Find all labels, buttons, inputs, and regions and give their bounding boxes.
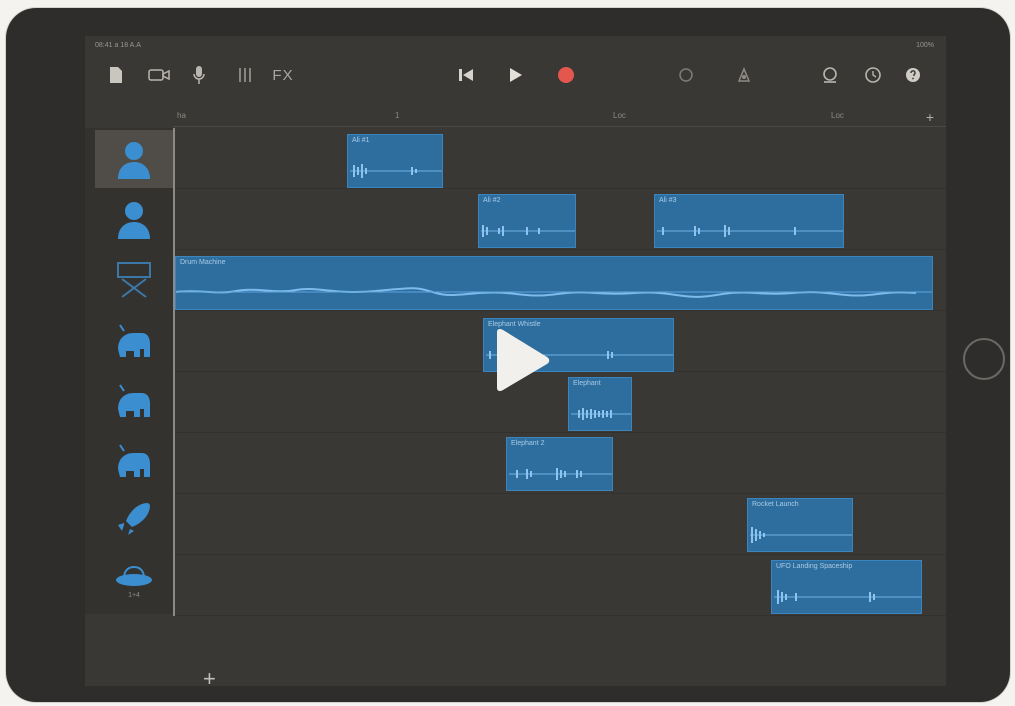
elephant-icon xyxy=(118,384,150,417)
add-section-button[interactable]: + xyxy=(926,109,934,125)
tempo-icon[interactable] xyxy=(817,58,843,92)
region-label: Ali #2 xyxy=(483,197,501,204)
ruler-bar: 1 xyxy=(395,111,400,120)
track-header-rocket[interactable] xyxy=(95,490,173,548)
rocket-icon xyxy=(118,503,150,535)
region-label: Elephant xyxy=(573,380,601,387)
status-bar: 08:41 a 18 A.A 100% xyxy=(85,36,946,56)
region-label: Ali #1 xyxy=(352,137,370,144)
elephant-icon xyxy=(118,324,150,357)
camera-icon[interactable] xyxy=(145,58,173,92)
toolbar: FX xyxy=(85,58,946,92)
ruler-bar: Loc xyxy=(831,111,844,120)
home-button[interactable] xyxy=(963,338,1005,380)
audio-region[interactable]: Elephant 2 xyxy=(506,437,613,491)
fx-button[interactable]: FX xyxy=(268,58,298,92)
timeline-ruler[interactable]: ha 1 Loc Loc + xyxy=(173,108,946,127)
loop-icon[interactable] xyxy=(731,58,757,92)
region-label: Elephant 2 xyxy=(511,440,545,447)
elephant-icon xyxy=(118,444,150,477)
ufo-icon xyxy=(116,565,152,586)
region-label: Rocket Launch xyxy=(752,501,799,508)
track-header-voice-2[interactable] xyxy=(95,190,173,248)
status-battery: 100% xyxy=(916,42,934,49)
add-track-button[interactable]: + xyxy=(203,666,216,686)
voice-icon xyxy=(118,202,150,239)
audio-region[interactable]: Ali #1 xyxy=(347,134,443,188)
audio-region[interactable]: Rocket Launch xyxy=(747,498,853,552)
drum-machine-icon xyxy=(117,262,151,298)
region-label: Elephant Whistle xyxy=(488,321,541,328)
status-time: 08:41 a 18 A.A xyxy=(95,42,141,49)
microphone-icon[interactable] xyxy=(189,58,209,92)
track-header-elephant-3[interactable] xyxy=(95,430,173,488)
region-label: Ali #3 xyxy=(659,197,677,204)
track-header-drum-machine[interactable] xyxy=(95,250,173,308)
audio-region[interactable]: UFO Landing Spaceship xyxy=(771,560,922,614)
track-header-ufo[interactable]: 1+4 xyxy=(95,550,173,608)
audio-region[interactable]: Ali #2 xyxy=(478,194,576,248)
ruler-bar: Loc xyxy=(613,111,626,120)
audio-region[interactable]: Ali #3 xyxy=(654,194,844,248)
audio-region[interactable]: Elephant xyxy=(568,377,632,431)
region-label: UFO Landing Spaceship xyxy=(776,563,853,570)
ufo-track-caption: 1+4 xyxy=(128,591,140,599)
track-header-elephant-1[interactable] xyxy=(95,310,173,368)
video-play-overlay-icon[interactable] xyxy=(489,328,551,392)
mixer-icon[interactable] xyxy=(233,58,257,92)
playhead[interactable] xyxy=(173,128,175,616)
help-icon[interactable] xyxy=(900,58,926,92)
ruler-bar: ha xyxy=(177,111,186,120)
voice-icon xyxy=(118,142,150,179)
play-icon[interactable] xyxy=(503,58,529,92)
rewind-icon[interactable] xyxy=(453,58,479,92)
audio-region[interactable]: Drum Machine xyxy=(175,256,933,310)
metronome-icon[interactable] xyxy=(673,58,699,92)
document-icon[interactable] xyxy=(105,58,127,92)
track-header-elephant-2[interactable] xyxy=(95,370,173,428)
settings-icon[interactable] xyxy=(860,58,886,92)
record-icon[interactable] xyxy=(553,58,579,92)
track-header-voice-1[interactable] xyxy=(95,130,173,188)
track-header-column: 1+4 xyxy=(85,128,173,614)
region-label: Drum Machine xyxy=(180,259,226,266)
